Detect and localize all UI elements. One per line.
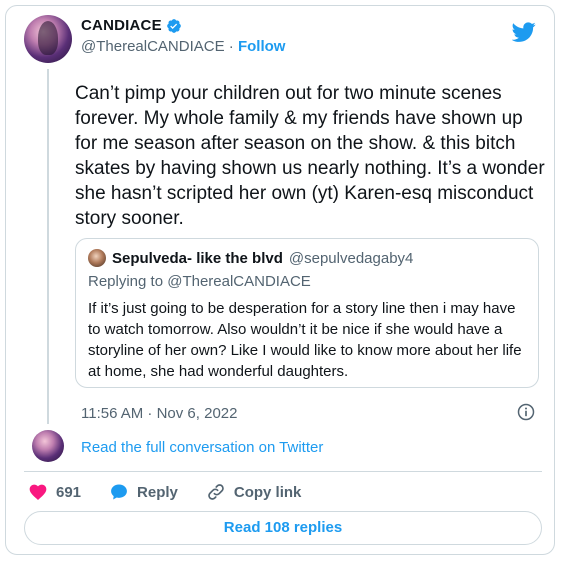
verified-badge-icon xyxy=(166,18,181,33)
reply-bubble-icon xyxy=(111,484,127,500)
author-handle-row: @TherealCANDIACE · Follow xyxy=(81,38,285,55)
quoted-tweet-header: Sepulveda- like the blvd @sepulvedagaby4 xyxy=(88,249,526,267)
twitter-bird-icon[interactable] xyxy=(512,20,536,44)
quoted-tweet[interactable]: Sepulveda- like the blvd @sepulvedagaby4… xyxy=(75,238,539,388)
tweet-text: Can’t pimp your children out for two min… xyxy=(75,83,550,229)
copy-link-label: Copy link xyxy=(233,483,302,501)
thread-line xyxy=(47,69,49,424)
heart-icon xyxy=(29,484,47,500)
like-count: 691 xyxy=(56,483,82,501)
copy-link-button[interactable]: Copy link xyxy=(206,482,302,502)
separator-dot: · xyxy=(228,38,234,55)
link-icon xyxy=(208,484,224,500)
read-conversation-link[interactable]: Read the full conversation on Twitter xyxy=(81,439,323,456)
author-avatar[interactable] xyxy=(24,15,72,63)
like-button[interactable]: 691 xyxy=(28,482,81,502)
quoted-author-avatar xyxy=(88,249,106,267)
follow-button[interactable]: Follow xyxy=(238,38,286,55)
quoted-author-handle: @sepulvedagaby4 xyxy=(288,249,414,267)
reply-button[interactable]: Reply xyxy=(109,482,178,502)
tweet-timestamp[interactable]: 11:56 AM · Nov 6, 2022 xyxy=(81,405,237,422)
action-bar: 691 Reply Copy link xyxy=(28,482,329,502)
info-icon[interactable] xyxy=(516,402,536,422)
thread-avatar xyxy=(32,430,64,462)
author-name-row[interactable]: CANDIACE xyxy=(81,17,182,34)
quoted-replying-to: Replying to @TherealCANDIACE xyxy=(88,273,311,290)
divider xyxy=(24,471,542,472)
author-handle[interactable]: @TherealCANDIACE xyxy=(81,38,225,55)
reply-label: Reply xyxy=(137,483,178,501)
read-replies-button[interactable]: Read 108 replies xyxy=(24,511,542,545)
quoted-author-name: Sepulveda- like the blvd xyxy=(112,249,283,267)
author-name[interactable]: CANDIACE xyxy=(81,17,162,34)
tweet-card: CANDIACE @TherealCANDIACE · Follow Can’t… xyxy=(5,5,555,555)
quoted-tweet-text: If it’s just going to be desperation for… xyxy=(88,300,522,380)
